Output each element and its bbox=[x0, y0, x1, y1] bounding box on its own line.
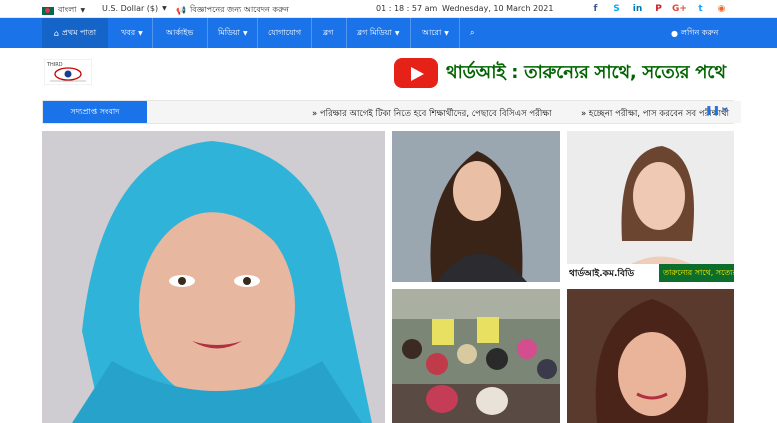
woman-portrait-image bbox=[42, 131, 385, 423]
rss-icon[interactable]: ◉ bbox=[711, 2, 732, 16]
site-logo[interactable]: THIRD bbox=[43, 58, 93, 86]
advertise-link[interactable]: 📢 বিজ্ঞাপনের জন্য আবেদন করুন bbox=[176, 4, 289, 17]
login-label: লগিন করুন bbox=[680, 27, 719, 37]
nav-item-label: আর্কাইভ bbox=[166, 27, 194, 37]
language-label: বাংলা bbox=[58, 5, 77, 14]
date-display: Wednesday, 10 March 2021 bbox=[442, 4, 553, 13]
breaking-news-ticker: সদ্যপ্রাপ্ত সংবাদ » পরিক্ষার আগেই টিকা ন… bbox=[42, 100, 741, 124]
nav-home-label: প্রথম পাতা bbox=[61, 27, 97, 37]
language-selector[interactable]: বাংলা ▼ bbox=[42, 4, 85, 17]
user-icon: ● bbox=[671, 28, 678, 38]
protest-crowd-image bbox=[392, 289, 560, 423]
ticker-item[interactable]: » পরিক্ষার আগেই টিকা নিতে হবে শিক্ষার্থী… bbox=[312, 107, 552, 121]
chevron-down-icon: ▼ bbox=[80, 7, 86, 14]
woman-photo-image bbox=[567, 131, 734, 282]
main-navbar: ⌂ প্রথম পাতা খবর ▼ আর্কাইভ মিডিয়া ▼ যোগায… bbox=[0, 18, 777, 48]
facebook-icon[interactable]: f bbox=[585, 2, 606, 16]
caption-slogan: তারুন্যের সাথে, সত্যের পথে bbox=[659, 264, 734, 282]
lead-news-photo[interactable] bbox=[42, 131, 385, 423]
chevron-down-icon: ▼ bbox=[242, 29, 248, 37]
nav-item-label: ব্লগ মিডিয়া bbox=[357, 27, 392, 37]
currency-selector[interactable]: U.S. Dollar ($) ▼ bbox=[102, 4, 167, 13]
nav-item-news[interactable]: খবর ▼ bbox=[121, 18, 143, 48]
news-photo[interactable]: থার্ডআই.কম.বিডি তারুন্যের সাথে, সত্যের প… bbox=[567, 131, 734, 282]
bangladesh-flag-icon bbox=[42, 6, 54, 15]
chevron-down-icon: ▼ bbox=[138, 29, 143, 37]
woman-photo-image bbox=[567, 289, 734, 423]
search-icon: ⌕ bbox=[470, 28, 475, 37]
banner-slogan: থার্ডআই : তারুন্যের সাথে, সত্যের পথে bbox=[446, 61, 726, 83]
news-photo[interactable] bbox=[392, 289, 560, 423]
photo-caption-strip: থার্ডআই.কম.বিডি তারুন্যের সাথে, সত্যের প… bbox=[567, 264, 734, 282]
home-icon: ⌂ bbox=[53, 28, 59, 38]
social-links: f Sin P G+ t ◉ bbox=[585, 2, 732, 16]
nav-item-label: যোগাযোগ bbox=[268, 27, 302, 37]
news-photo[interactable] bbox=[567, 289, 734, 423]
clock: 01 : 18 : 57 am bbox=[376, 4, 437, 13]
nav-item-media[interactable]: মিডিয়া ▼ bbox=[218, 18, 248, 48]
caption-site: থার্ডআই.কম.বিডি bbox=[567, 264, 659, 282]
ticker-track: » পরিক্ষার আগেই টিকা নিতে হবে শিক্ষার্থী… bbox=[147, 101, 741, 123]
google-plus-icon[interactable]: G+ bbox=[669, 2, 690, 16]
chevron-down-icon: ▼ bbox=[394, 29, 400, 37]
nav-home[interactable]: ⌂ প্রথম পাতা bbox=[42, 18, 108, 48]
close-icon[interactable]: ✕ bbox=[721, 106, 729, 116]
top-bar: বাংলা ▼ U.S. Dollar ($) ▼ 📢 বিজ্ঞাপনের জ… bbox=[0, 0, 777, 18]
chevron-down-icon: ▼ bbox=[162, 5, 167, 12]
nav-item-label: খবর bbox=[121, 27, 136, 37]
header-banner[interactable]: থার্ডআই : তারুন্যের সাথে, সত্যের পথে bbox=[394, 56, 734, 90]
currency-label: U.S. Dollar ($) bbox=[102, 4, 159, 13]
news-photo[interactable] bbox=[392, 131, 560, 282]
woman-photo-image bbox=[392, 131, 560, 282]
double-chevron-icon: » bbox=[581, 109, 589, 119]
nav-item-label: আরো bbox=[422, 27, 442, 37]
nav-item-blog-media[interactable]: ব্লগ মিডিয়া ▼ bbox=[357, 18, 399, 48]
pause-icon[interactable]: ❚❚ bbox=[705, 106, 720, 116]
nav-item-more[interactable]: আরো ▼ bbox=[422, 18, 449, 48]
advertise-label: বিজ্ঞাপনের জন্য আবেদন করুন bbox=[189, 5, 289, 14]
svg-text:THIRD: THIRD bbox=[46, 62, 63, 68]
nav-item-archive[interactable]: আর্কাইভ bbox=[166, 18, 193, 48]
login-link[interactable]: ● লগিন করুন bbox=[671, 18, 718, 48]
third-eye-logo-icon: THIRD bbox=[43, 58, 93, 86]
linkedin-icon[interactable]: in bbox=[627, 2, 648, 16]
skype-icon[interactable]: S bbox=[606, 2, 627, 16]
nav-item-contact[interactable]: যোগাযোগ bbox=[268, 18, 301, 48]
date-text: Wednesday, 10 March 2021 bbox=[442, 4, 554, 13]
youtube-icon bbox=[394, 58, 438, 88]
nav-item-blog[interactable]: ব্লগ bbox=[323, 18, 333, 48]
clock-time: 01 : 18 : 57 am bbox=[376, 4, 438, 13]
ticker-label: সদ্যপ্রাপ্ত সংবাদ bbox=[43, 101, 147, 123]
nav-search[interactable]: ⌕ bbox=[470, 18, 474, 48]
double-chevron-icon: » bbox=[312, 109, 320, 119]
pinterest-icon[interactable]: P bbox=[648, 2, 669, 16]
megaphone-icon: 📢 bbox=[176, 6, 186, 15]
nav-item-label: মিডিয়া bbox=[218, 27, 240, 37]
nav-item-label: ব্লগ bbox=[323, 27, 334, 37]
chevron-down-icon: ▼ bbox=[444, 29, 449, 37]
twitter-icon[interactable]: t bbox=[690, 2, 711, 16]
